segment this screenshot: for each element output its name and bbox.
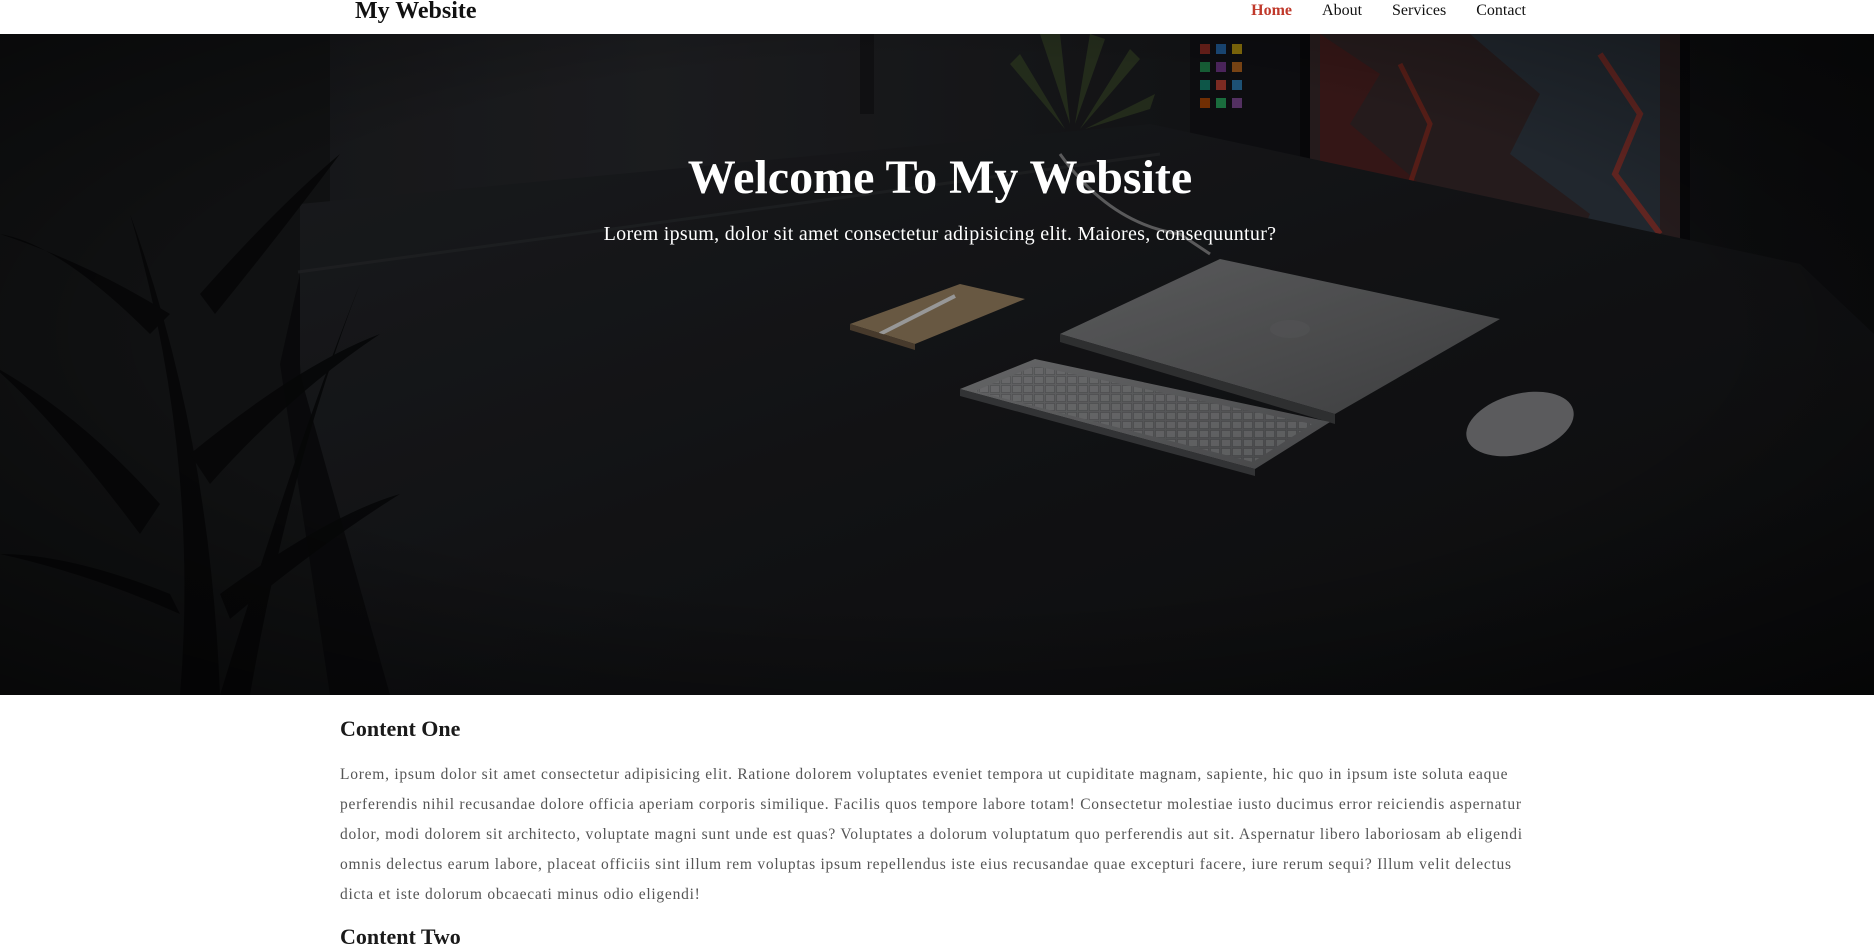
nav-menu: Home About Services Contact	[1221, 2, 1526, 20]
main-content: Content One Lorem, ipsum dolor sit amet …	[340, 695, 1528, 950]
nav-link-contact[interactable]: Contact	[1476, 2, 1526, 20]
hero-subtitle: Lorem ipsum, dolor sit amet consectetur …	[603, 223, 1277, 245]
navbar: My Website Home About Services Contact	[0, 0, 1874, 34]
hero-background-image	[0, 34, 1874, 695]
section-paragraph-content-one: Lorem, ipsum dolor sit amet consectetur …	[340, 766, 1523, 903]
site-logo[interactable]: My Website	[355, 0, 477, 23]
section-heading-content-two: Content Two	[340, 924, 461, 949]
section-heading-content-one: Content One	[340, 716, 461, 741]
nav-link-home[interactable]: Home	[1251, 2, 1292, 20]
nav-link-about[interactable]: About	[1322, 2, 1362, 20]
hero-title: Welcome To My Website	[687, 151, 1193, 204]
nav-link-services[interactable]: Services	[1392, 2, 1446, 20]
hero-banner: Welcome To My Website Lorem ipsum, dolor…	[0, 34, 1874, 695]
